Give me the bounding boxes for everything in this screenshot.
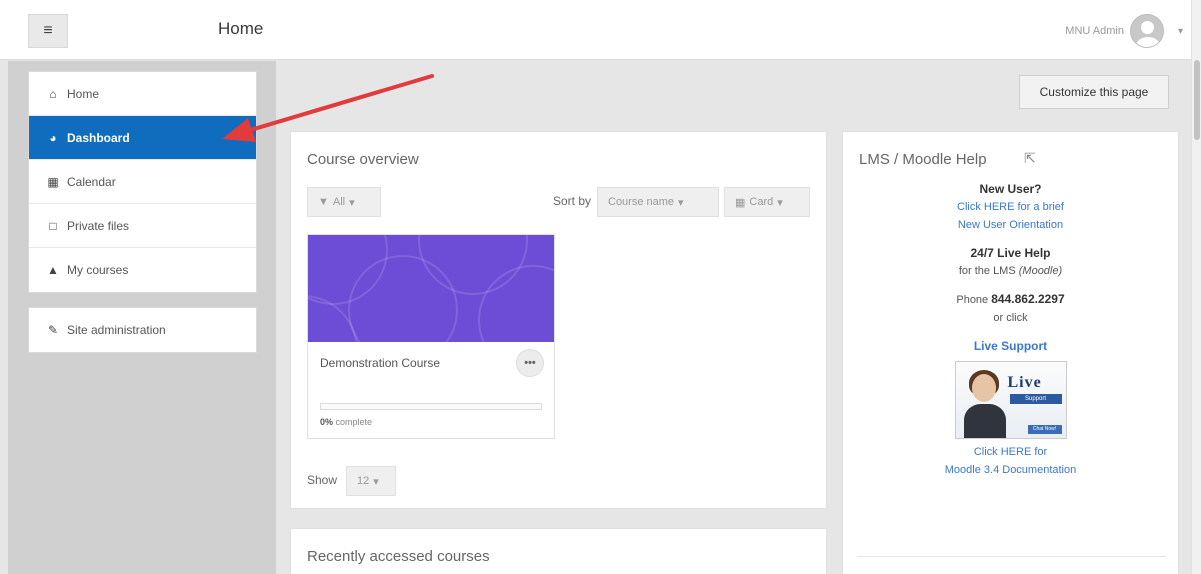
- course-image[interactable]: [308, 235, 554, 342]
- scrollbar-thumb[interactable]: [1194, 60, 1200, 140]
- page-scrollbar[interactable]: [1191, 0, 1201, 574]
- sidebar-item-label: Calendar: [67, 174, 116, 189]
- hamburger-icon: ≡: [43, 22, 53, 39]
- sidebar-item-label: Dashboard: [67, 130, 130, 145]
- chevron-down-icon: ▾: [349, 196, 355, 209]
- course-card[interactable]: Demonstration Course ••• 0% complete: [307, 234, 555, 439]
- progress-text: 0% complete: [320, 417, 372, 427]
- documentation-link-line-1[interactable]: Click HERE for: [843, 443, 1178, 461]
- hamburger-menu-button[interactable]: ≡: [28, 14, 68, 48]
- admin-navigation: ✎ Site administration: [28, 307, 257, 353]
- chevron-down-icon: ▾: [777, 196, 783, 209]
- help-content: New User? Click HERE for a brief New Use…: [843, 180, 1178, 479]
- home-icon: ⌂: [49, 86, 57, 101]
- progress-value: 0%: [320, 417, 334, 427]
- user-menu[interactable]: MNU Admin ▾: [1065, 14, 1183, 48]
- sidebar-item-home[interactable]: ⌂ Home: [29, 72, 256, 116]
- block-title: LMS / Moodle Help: [859, 151, 987, 168]
- sidebar-item-label: Site administration: [67, 323, 166, 337]
- main-navigation: ⌂ Home ◕ Dashboard ▦ Calendar □ Private …: [28, 71, 257, 293]
- filter-value: All: [332, 196, 346, 208]
- block-title: Recently accessed courses: [307, 548, 490, 565]
- banner-button: Chat Now!: [1027, 425, 1062, 434]
- dashboard-icon: ◕: [49, 130, 57, 145]
- or-click-text: or click: [993, 312, 1028, 324]
- phone-line: Phone 844.862.2297: [843, 290, 1178, 309]
- course-actions-button[interactable]: •••: [516, 349, 544, 377]
- new-user-heading: New User?: [979, 182, 1042, 196]
- user-name[interactable]: MNU Admin: [1065, 25, 1124, 37]
- grid-icon: ▦: [735, 196, 746, 209]
- documentation-link-line-2[interactable]: Moodle 3.4 Documentation: [843, 461, 1178, 479]
- view-dropdown[interactable]: ▦ Card ▾: [724, 187, 810, 217]
- sort-dropdown[interactable]: Course name ▾: [597, 187, 719, 217]
- sidebar-item-label: My courses: [67, 263, 129, 277]
- orientation-link-line-1[interactable]: Click HERE for a brief: [843, 198, 1178, 216]
- filter-dropdown[interactable]: ▼ All ▾: [307, 187, 381, 217]
- filter-icon: ▼: [318, 196, 329, 208]
- live-help-sub-text: for the LMS: [958, 265, 1019, 277]
- phone-label: Phone: [956, 294, 992, 306]
- phone-number: 844.862.2297: [991, 292, 1065, 306]
- mouse-cursor-icon: ⇱: [1024, 150, 1036, 166]
- banner-sub: Support: [1009, 394, 1062, 404]
- help-block: LMS / Moodle Help New User? Click HERE f…: [842, 131, 1179, 574]
- nav-drawer: ⌂ Home ◕ Dashboard ▦ Calendar □ Private …: [8, 61, 276, 574]
- live-support-link[interactable]: Live Support: [843, 337, 1178, 355]
- caret-down-icon[interactable]: ▾: [1178, 26, 1183, 37]
- view-value: Card: [749, 196, 774, 208]
- sidebar-item-private-files[interactable]: □ Private files: [29, 204, 256, 248]
- course-progress-bar: [320, 403, 542, 410]
- course-overview-block: Course overview ▼ All ▾ Sort by Course n…: [290, 131, 827, 509]
- orientation-link-line-2[interactable]: New User Orientation: [843, 216, 1178, 234]
- live-support-banner[interactable]: Live Support Chat Now!: [954, 361, 1067, 439]
- customize-page-button[interactable]: Customize this page: [1019, 75, 1169, 109]
- chevron-down-icon: ▾: [678, 196, 684, 209]
- banner-text: Live: [1007, 374, 1042, 391]
- show-count-dropdown[interactable]: 12 ▾: [346, 466, 396, 496]
- progress-suffix: complete: [335, 417, 373, 427]
- more-icon: •••: [524, 357, 536, 369]
- divider: [857, 556, 1166, 557]
- sidebar-item-dashboard[interactable]: ◕ Dashboard: [29, 116, 256, 160]
- sidebar-item-calendar[interactable]: ▦ Calendar: [29, 160, 256, 204]
- sort-by-label: Sort by: [553, 194, 592, 208]
- wrench-icon: ✎: [47, 323, 59, 337]
- live-help-heading: 24/7 Live Help: [970, 246, 1051, 260]
- sidebar-item-my-courses[interactable]: ▲ My courses: [29, 248, 256, 292]
- top-navbar: ≡ Home MNU Admin ▾: [0, 0, 1201, 60]
- block-title: Course overview: [307, 151, 419, 168]
- live-help-sub: for the LMS (Moodle): [843, 262, 1178, 280]
- calendar-icon: ▦: [47, 174, 59, 189]
- recently-accessed-block: Recently accessed courses: [290, 528, 827, 574]
- sidebar-item-label: Home: [67, 86, 100, 101]
- sidebar-item-site-administration[interactable]: ✎ Site administration: [29, 308, 256, 352]
- graduation-cap-icon: ▲: [47, 263, 59, 277]
- course-name-link[interactable]: Demonstration Course: [320, 356, 440, 370]
- file-icon: □: [49, 218, 57, 233]
- show-value: 12: [357, 475, 370, 487]
- page-title[interactable]: Home: [218, 19, 263, 39]
- show-label: Show: [307, 473, 338, 487]
- sort-value: Course name: [608, 196, 675, 208]
- user-avatar-icon[interactable]: [1129, 14, 1164, 48]
- sidebar-item-label: Private files: [67, 218, 130, 233]
- live-help-sub-italic: (Moodle): [1018, 265, 1063, 277]
- support-agent-image: [963, 368, 1006, 438]
- chevron-down-icon: ▾: [373, 475, 379, 488]
